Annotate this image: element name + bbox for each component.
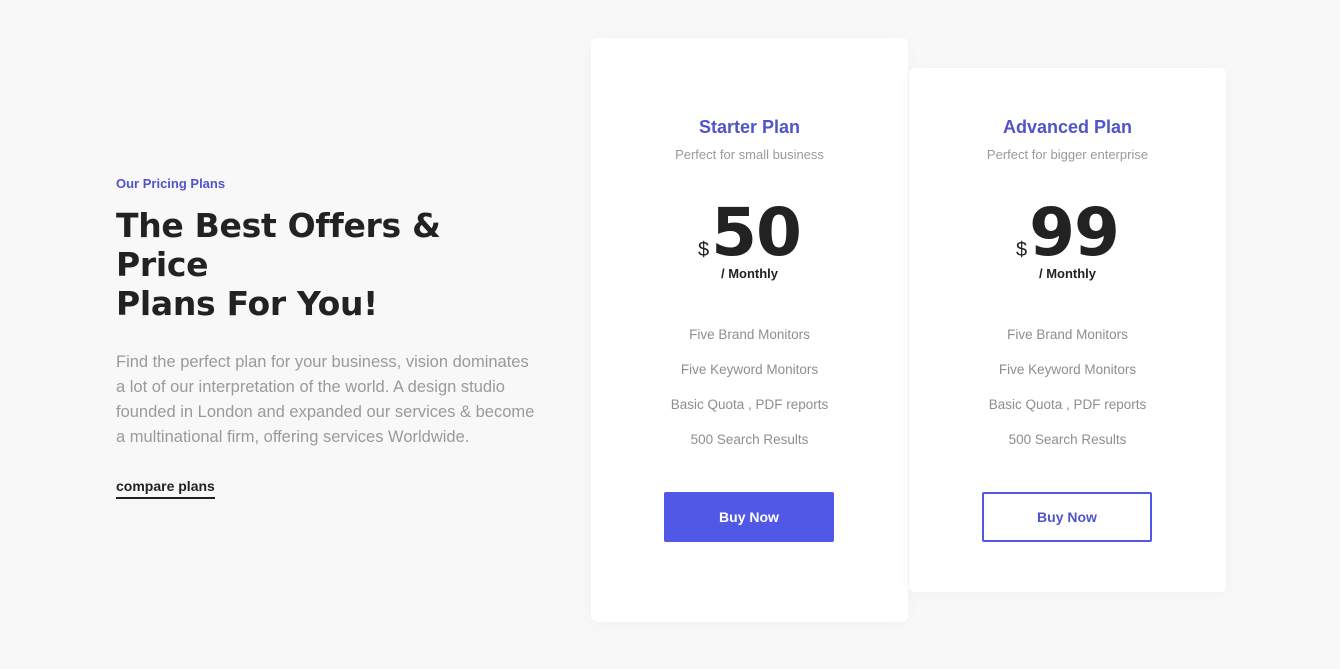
currency-symbol: $ [698,239,710,261]
buy-now-button-advanced[interactable]: Buy Now [982,492,1152,542]
page-title-line-1: The Best Offers & Price [116,206,441,284]
price-period: / Monthly [720,266,779,281]
plan-price: $ 99 [909,194,1226,271]
feature-item: Basic Quota , PDF reports [988,397,1147,412]
feature-item: Five Brand Monitors [1007,327,1128,342]
feature-item: Five Keyword Monitors [680,362,819,377]
feature-item: 500 Search Results [690,432,809,447]
compare-plans-link[interactable]: compare plans [116,478,215,499]
plan-name: Starter Plan [698,117,801,137]
feature-item: Five Brand Monitors [689,327,810,342]
price-period: / Monthly [1038,266,1097,281]
section-description: Find the perfect plan for your business,… [116,353,535,446]
feature-list: Five Brand Monitors Five Keyword Monitor… [909,317,1226,457]
feature-item: Five Keyword Monitors [998,362,1137,377]
plan-price: $ 50 [591,194,908,271]
feature-item: Basic Quota , PDF reports [670,397,829,412]
currency-symbol: $ [1016,239,1028,261]
price-amount: 50 [711,194,802,271]
plan-name: Advanced Plan [1002,117,1133,137]
feature-item: 500 Search Results [1008,432,1127,447]
pricing-intro: Our Pricing Plans The Best Offers & Pric… [116,176,536,499]
pricing-card-advanced: Advanced Plan Perfect for bigger enterpr… [909,68,1226,592]
page-title-line-2: Plans For You! [116,284,378,323]
price-amount: 99 [1029,194,1120,271]
page-title: The Best Offers & Price Plans For You! [116,206,536,323]
pricing-card-starter: Starter Plan Perfect for small business … [591,38,908,622]
section-eyebrow: Our Pricing Plans [116,176,226,191]
plan-subtitle: Perfect for small business [675,147,824,162]
feature-list: Five Brand Monitors Five Keyword Monitor… [591,317,908,457]
plan-subtitle: Perfect for bigger enterprise [986,147,1149,162]
buy-now-button-starter[interactable]: Buy Now [664,492,834,542]
